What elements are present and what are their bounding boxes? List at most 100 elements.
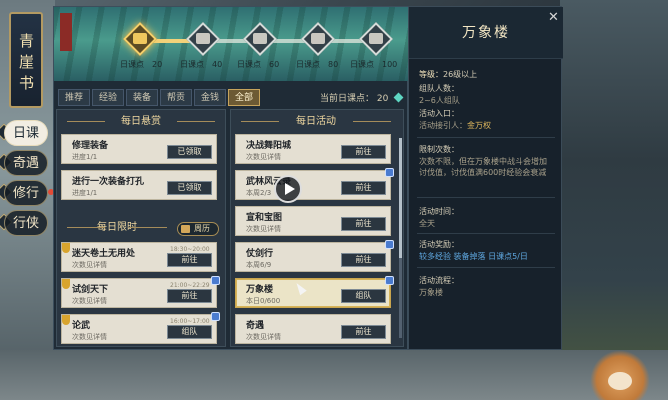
goto-button[interactable]: 前往 bbox=[341, 145, 386, 159]
points-banner: 日课点 20 日课点 40 日课点 60 日课点 80 日课点 100 bbox=[54, 7, 409, 81]
card-title: 论武 bbox=[72, 321, 91, 331]
card-title: 修理装备 bbox=[72, 141, 109, 151]
chest-icon bbox=[311, 33, 325, 44]
activity-card[interactable]: 奇遇 次数见详情 前往 bbox=[235, 314, 391, 344]
card-title: 迷天卷土无用处 bbox=[72, 249, 136, 259]
reward-link[interactable]: 较多经验 bbox=[419, 252, 451, 261]
goto-button[interactable]: 前往 bbox=[341, 217, 386, 231]
calendar-icon bbox=[181, 225, 190, 233]
card-count: 次数见详情 bbox=[72, 333, 107, 341]
chest-icon bbox=[196, 33, 210, 44]
reward-chest-80[interactable] bbox=[301, 22, 335, 56]
divider bbox=[417, 267, 555, 268]
tab-money[interactable]: 金钱 bbox=[194, 89, 226, 106]
detail-time-value: 全天 bbox=[419, 219, 435, 228]
side-tab-training[interactable]: 修行 bbox=[4, 180, 48, 206]
chest-icon bbox=[369, 33, 383, 44]
milestone-label: 日课点 40 bbox=[180, 60, 223, 69]
milestone-label: 日课点 80 bbox=[296, 60, 339, 69]
tab-equipment[interactable]: 装备 bbox=[126, 89, 158, 106]
card-count: 本周2/3 bbox=[246, 189, 272, 197]
gem-icon bbox=[393, 92, 404, 103]
claimed-button[interactable]: 已领取 bbox=[167, 181, 212, 195]
section-daily-activity: 每日活动 bbox=[231, 114, 401, 130]
right-column: 每日活动 决战舞阳城 次数见详情 前往 武林风云录 本周2/3 前往 宣和宝图 … bbox=[230, 109, 404, 347]
card-title: 奇遇 bbox=[246, 321, 265, 331]
detail-rewards: 较多经验 装备掉落 日课点5/日 bbox=[419, 251, 528, 262]
section-daily-limited: 每日限时 bbox=[57, 220, 177, 236]
chest-icon bbox=[133, 33, 147, 44]
activity-scrollbar[interactable] bbox=[399, 138, 402, 338]
book-title: 青崖书 bbox=[9, 12, 43, 108]
team-button[interactable]: 组队 bbox=[341, 289, 386, 303]
reward-chest-100[interactable] bbox=[359, 22, 393, 56]
activity-card[interactable]: 仗剑行 本周6/9 前往 bbox=[235, 240, 394, 272]
card-title: 宣和宝图 bbox=[246, 213, 283, 223]
goto-button[interactable]: 前往 bbox=[341, 325, 386, 339]
reward-chest-40[interactable] bbox=[186, 22, 220, 56]
detail-time-label: 活动时间： bbox=[419, 207, 459, 216]
npc-link[interactable]: 金万权 bbox=[467, 121, 491, 130]
detail-party-label: 组队人数： bbox=[419, 84, 459, 93]
category-tabs: 推荐 经验 装备 帮贡 金钱 全部 bbox=[58, 89, 260, 107]
card-title: 万象楼 bbox=[246, 285, 274, 295]
reward-link[interactable]: 装备掉落 bbox=[454, 252, 486, 261]
detail-entry-value: 活动接引人：金万权 bbox=[419, 121, 491, 130]
seal-stamp-icon bbox=[60, 13, 72, 51]
tab-all[interactable]: 全部 bbox=[228, 89, 260, 106]
side-tab-adventure[interactable]: 奇遇 bbox=[4, 150, 48, 176]
team-button[interactable]: 组队 bbox=[167, 325, 212, 339]
activity-card-selected[interactable]: 万象楼 本日0/600 组队 bbox=[235, 276, 394, 308]
today-points-label: 当前日课点： bbox=[320, 94, 375, 104]
activity-card[interactable]: 武林风云录 本周2/3 前往 bbox=[235, 168, 394, 200]
lock-badge-icon bbox=[211, 312, 220, 321]
goto-button[interactable]: 前往 bbox=[341, 181, 386, 195]
section-daily-bounty: 每日悬赏 bbox=[57, 114, 225, 130]
limited-card[interactable]: 试剑天下 次数见详情 21:00~22:29 前往 bbox=[61, 276, 220, 308]
reward-link[interactable]: 日课点5/日 bbox=[488, 252, 528, 261]
calendar-button[interactable]: 周历 bbox=[177, 222, 219, 236]
card-title: 仗剑行 bbox=[246, 249, 274, 259]
left-column: 每日悬赏 修理装备 进度1/1 已领取 进行一次装备打孔 进度1/1 已领取 每… bbox=[56, 109, 226, 347]
tab-guild[interactable]: 帮贡 bbox=[160, 89, 192, 106]
close-icon[interactable]: ✕ bbox=[548, 10, 559, 25]
goto-button[interactable]: 前往 bbox=[167, 253, 212, 267]
side-tab-daily[interactable]: 日课 bbox=[4, 120, 48, 146]
card-time: 18:30~20:00 bbox=[170, 246, 210, 253]
scrollbar-thumb[interactable] bbox=[399, 138, 402, 258]
limited-card[interactable]: 迷天卷土无用处 次数见详情 18:30~20:00 前往 bbox=[61, 242, 217, 272]
scene-ground bbox=[0, 350, 668, 400]
today-points: 当前日课点： 20 bbox=[320, 91, 404, 104]
lock-badge-icon bbox=[385, 168, 394, 177]
claimed-button[interactable]: 已领取 bbox=[167, 145, 212, 159]
today-points-value: 20 bbox=[376, 94, 389, 104]
reward-chest-20[interactable] bbox=[123, 22, 157, 56]
medal-icon bbox=[62, 315, 70, 325]
reward-chest-60[interactable] bbox=[243, 22, 277, 56]
limited-card[interactable]: 论武 次数见详情 16:00~17:00 组队 bbox=[61, 312, 220, 344]
detail-level: 等级：26级以上 bbox=[419, 70, 478, 79]
activity-card[interactable]: 宣和宝图 次数见详情 前往 bbox=[235, 206, 391, 236]
card-title: 进行一次装备打孔 bbox=[72, 177, 145, 187]
side-menu: 青崖书 日课 奇遇 修行 行侠 bbox=[0, 0, 55, 400]
detail-title: 万象楼 bbox=[409, 7, 563, 59]
card-time: 16:00~17:00 bbox=[170, 318, 210, 325]
side-tab-chivalry[interactable]: 行侠 bbox=[4, 210, 48, 236]
goto-button[interactable]: 前往 bbox=[167, 289, 212, 303]
play-video-icon[interactable] bbox=[274, 175, 302, 203]
goto-button[interactable]: 前往 bbox=[341, 253, 386, 267]
tab-recommended[interactable]: 推荐 bbox=[58, 89, 90, 106]
detail-limit-label: 限制次数： bbox=[419, 145, 459, 154]
bounty-card[interactable]: 进行一次装备打孔 进度1/1 已领取 bbox=[61, 170, 217, 200]
card-progress: 进度1/1 bbox=[72, 153, 98, 161]
tab-experience[interactable]: 经验 bbox=[92, 89, 124, 106]
card-count: 次数见详情 bbox=[246, 333, 281, 341]
bounty-card[interactable]: 修理装备 进度1/1 已领取 bbox=[61, 134, 217, 164]
detail-flow-label: 活动流程： bbox=[419, 276, 459, 285]
card-count: 本日0/600 bbox=[246, 297, 281, 305]
card-count: 次数见详情 bbox=[246, 153, 281, 161]
divider bbox=[417, 233, 555, 234]
divider bbox=[417, 137, 555, 138]
activity-card[interactable]: 决战舞阳城 次数见详情 前往 bbox=[235, 134, 391, 164]
scene-right bbox=[560, 0, 668, 400]
